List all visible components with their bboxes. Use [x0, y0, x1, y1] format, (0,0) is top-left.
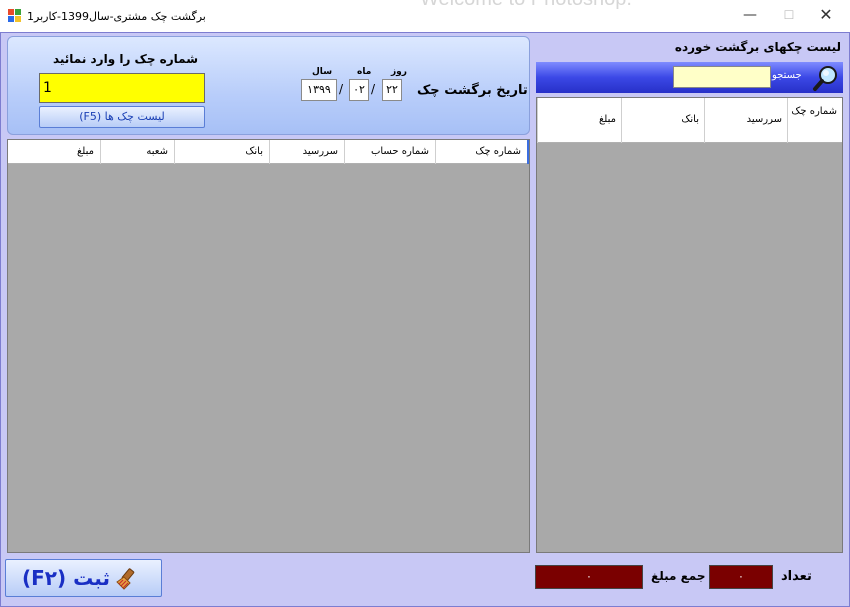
maximize-button[interactable]: ☐: [769, 0, 809, 30]
title-bar: برگشت چک مشتری-سال1399-کاربر1 Welcome to…: [0, 0, 850, 32]
search-label: جستجو: [772, 70, 802, 81]
column-header-amount[interactable]: مبلغ: [8, 140, 100, 164]
search-icon[interactable]: [812, 64, 840, 92]
close-button[interactable]: ✕: [806, 0, 846, 30]
column-header-due-date[interactable]: سررسید: [704, 98, 787, 143]
check-list-button[interactable]: لیست چک ها (F5): [39, 106, 205, 128]
column-header-bank[interactable]: بانک: [621, 98, 704, 143]
save-button[interactable]: ثبت (F۲): [5, 559, 162, 597]
year-caption: سال: [312, 67, 333, 77]
column-header-amount[interactable]: مبلغ: [537, 98, 621, 143]
returned-checks-title: لیست چکهای برگشت خورده: [674, 40, 841, 54]
sum-amount-label: جمع مبلغ: [651, 569, 706, 583]
check-details-grid[interactable]: شماره چک شماره حساب سررسید بانک شعبه مبل…: [7, 139, 530, 553]
app-icon: [8, 9, 22, 23]
return-date-label: تاریخ برگشت چک: [417, 83, 528, 98]
sum-amount-value: ۰: [535, 565, 643, 589]
count-label: تعداد: [781, 569, 812, 584]
save-button-label: ثبت (F۲): [22, 566, 110, 590]
check-number-input[interactable]: [39, 73, 205, 103]
grid-header: شماره چک شماره حساب سررسید بانک شعبه مبل…: [8, 140, 529, 164]
search-input[interactable]: [673, 66, 771, 88]
date-separator: /: [371, 82, 376, 96]
search-bar: جستجو: [536, 62, 843, 93]
column-header-check-number[interactable]: شماره چک: [435, 140, 527, 164]
column-header-due-date[interactable]: سررسید: [269, 140, 344, 164]
grid-edge-marker: [527, 140, 529, 164]
returned-checks-grid[interactable]: شماره چک سررسید بانک مبلغ: [536, 97, 843, 553]
month-field[interactable]: ۰۲: [349, 79, 369, 101]
column-header-account-number[interactable]: شماره حساب: [344, 140, 435, 164]
column-header-bank[interactable]: بانک: [174, 140, 269, 164]
date-separator: /: [339, 82, 344, 96]
day-caption: روز: [391, 67, 407, 77]
year-field[interactable]: ۱۳۹۹: [301, 79, 337, 101]
column-header-branch[interactable]: شعبه: [100, 140, 174, 164]
month-caption: ماه: [357, 67, 372, 77]
count-value: ۰: [709, 565, 773, 589]
day-field[interactable]: ۲۲: [382, 79, 402, 101]
window-title: برگشت چک مشتری-سال1399-کاربر1: [27, 10, 206, 23]
check-entry-panel: شماره چک را وارد نمائید لیست چک ها (F5) …: [7, 36, 530, 135]
minimize-button[interactable]: —: [730, 0, 770, 30]
check-number-label: شماره چک را وارد نمائید: [52, 52, 198, 66]
form-client-area: شماره چک را وارد نمائید لیست چک ها (F5) …: [0, 32, 850, 607]
column-header-check-number[interactable]: شماره چک: [787, 98, 842, 143]
brush-icon: [116, 568, 135, 590]
grid-header: شماره چک سررسید بانک مبلغ: [537, 98, 842, 143]
background-window-text: Welcome to Photoshop.: [420, 0, 632, 11]
